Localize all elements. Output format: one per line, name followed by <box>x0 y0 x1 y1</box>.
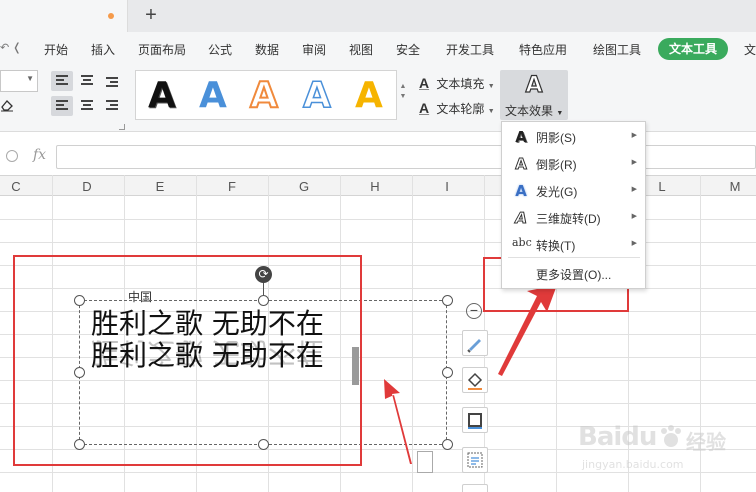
baidu-watermark: Baidu 经验 jingyan.baidu.com <box>578 422 726 471</box>
undo-nav-icon[interactable]: ↶ ❬ <box>0 41 22 54</box>
border-tool-button[interactable] <box>462 407 488 433</box>
text-outline-label: 文本轮廓 <box>436 102 485 116</box>
text-effect-menu: A 阴影(S) ▶ A 倒影(R) ▶ A 发光(G) ▶ A 三维旋转(D) … <box>501 121 646 289</box>
menu-security[interactable]: 安全 <box>396 41 420 58</box>
style-blue-outline[interactable]: A <box>302 74 331 118</box>
formula-input[interactable] <box>56 145 756 169</box>
menu-developer[interactable]: 开发工具 <box>446 41 494 58</box>
border-icon <box>468 413 482 429</box>
shadow-icon: A <box>515 128 527 146</box>
title-bar: + <box>0 0 756 32</box>
menu-item-transform[interactable]: abc 转换(T) ▶ <box>502 231 645 258</box>
3d-rotation-icon: A <box>513 209 529 228</box>
chevron-right-icon: ▶ <box>631 186 637 193</box>
glow-icon: A <box>515 182 527 200</box>
text-outline-icon: A <box>419 100 430 116</box>
chevron-down-icon: ▼ <box>487 108 495 115</box>
reflection-icon: A <box>515 155 528 174</box>
menu-page-layout[interactable]: 页面布局 <box>138 41 186 58</box>
align-right-button[interactable] <box>101 96 123 116</box>
menu-formula[interactable]: 公式 <box>208 41 232 58</box>
align-top-center-button[interactable] <box>76 71 98 91</box>
menu-view[interactable]: 视图 <box>349 41 373 58</box>
column-header-h[interactable]: H <box>365 179 385 194</box>
resize-handle[interactable] <box>442 439 453 450</box>
column-header-i[interactable]: I <box>437 179 457 194</box>
text-effect-button[interactable]: A 文本效果 ▼ <box>500 70 568 120</box>
chevron-right-icon: ▶ <box>631 159 637 166</box>
chevron-right-icon: ▶ <box>631 240 637 247</box>
menu-bar: ↶ ❬ 开始 插入 页面布局 公式 数据 审阅 视图 安全 开发工具 特色应用 … <box>0 32 756 64</box>
align-top-right-button[interactable] <box>101 71 123 91</box>
group-launcher-icon[interactable] <box>119 124 125 130</box>
column-header-g[interactable]: G <box>294 179 314 194</box>
column-header-f[interactable]: F <box>222 179 242 194</box>
menu-item-shadow[interactable]: A 阴影(S) ▶ <box>502 123 645 150</box>
align-left-button[interactable] <box>51 96 73 116</box>
style-gold-fill[interactable]: A <box>355 74 383 118</box>
text-effect-icon: A <box>525 72 543 98</box>
resize-handle[interactable] <box>442 367 453 378</box>
menu-data[interactable]: 数据 <box>255 41 279 58</box>
menu-separator <box>508 257 640 258</box>
menu-features[interactable]: 特色应用 <box>519 41 567 58</box>
align-center-button[interactable] <box>76 96 98 116</box>
text-wrap-button[interactable] <box>462 447 488 473</box>
menu-insert[interactable]: 插入 <box>91 41 115 58</box>
fx-icon[interactable]: fx <box>33 147 46 163</box>
unsaved-dot-icon <box>108 13 114 19</box>
chevron-right-icon: ▶ <box>631 132 637 139</box>
text-fill-label: 文本填充 <box>436 77 485 91</box>
column-header-e[interactable]: E <box>150 179 170 194</box>
menu-item-glow[interactable]: A 发光(G) ▶ <box>502 177 645 204</box>
align-top-left-button[interactable] <box>51 71 73 91</box>
more-tools-button[interactable] <box>462 484 488 492</box>
chevron-right-icon: ▶ <box>631 213 637 220</box>
column-header-m[interactable]: M <box>725 179 745 194</box>
text-style-gallery: A A A A A <box>135 70 397 120</box>
menu-text-tools[interactable]: 文本工具 <box>658 38 728 60</box>
style-blue-fill[interactable]: A <box>199 74 227 118</box>
resize-handle[interactable] <box>442 295 453 306</box>
style-orange-outline[interactable]: A <box>249 74 279 118</box>
gallery-scroll-icon[interactable]: ▲ ▼ <box>398 70 408 120</box>
clear-format-icon[interactable] <box>0 98 14 112</box>
fill-tool-button[interactable] <box>462 367 488 393</box>
column-header-l[interactable]: L <box>652 179 672 194</box>
menu-review[interactable]: 审阅 <box>302 41 326 58</box>
menu-start[interactable]: 开始 <box>44 41 68 58</box>
style-black-fill[interactable]: A <box>148 74 176 118</box>
highlight-textbox <box>13 255 362 466</box>
text-fill-button[interactable]: A 文本填充 ▼ <box>419 75 495 92</box>
new-tab-button[interactable]: + <box>140 3 162 27</box>
menu-drawing-tools[interactable]: 绘图工具 <box>593 41 641 58</box>
brush-icon <box>467 339 481 353</box>
transform-icon: abc <box>512 236 532 249</box>
zoom-icon[interactable] <box>6 150 18 162</box>
brush-tool-button[interactable] <box>462 330 488 356</box>
menu-item-more-settings[interactable]: 更多设置(O)... <box>502 260 645 287</box>
menu-item-reflection[interactable]: A 倒影(R) ▶ <box>502 150 645 177</box>
column-header-c[interactable]: C <box>6 179 26 194</box>
menu-item-3d-rotation[interactable]: A 三维旋转(D) ▶ <box>502 204 645 231</box>
fill-bucket-icon <box>467 372 483 390</box>
menu-overflow[interactable]: 文 <box>744 41 756 58</box>
paw-icon <box>661 425 681 447</box>
document-tab[interactable] <box>0 0 128 32</box>
text-effect-label: 文本效果 ▼ <box>505 104 564 118</box>
collapse-icon[interactable]: − <box>466 303 482 319</box>
chevron-down-icon: ▼ <box>26 74 34 83</box>
text-wrap-icon <box>467 452 483 468</box>
text-outline-button[interactable]: A 文本轮廓 ▼ <box>419 100 495 117</box>
textbox-corner-box <box>417 451 433 473</box>
text-fill-icon: A <box>419 75 430 91</box>
column-header-d[interactable]: D <box>77 179 97 194</box>
chevron-down-icon: ▼ <box>487 83 495 90</box>
font-size-combo[interactable]: ▼ <box>0 70 38 92</box>
